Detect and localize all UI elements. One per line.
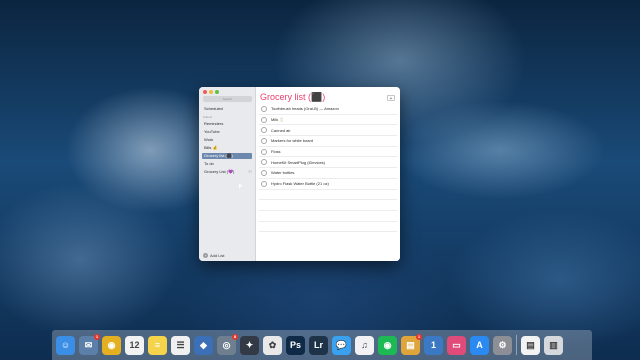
final-cut-icon[interactable]: ✦	[240, 335, 259, 355]
reminders-window: Search Scheduled iCloud Reminders YouTub…	[199, 87, 400, 261]
add-list-label: Add List	[210, 253, 225, 258]
list-title: Grocery list (⬛)	[260, 92, 326, 102]
chrome-icon[interactable]: ◉	[102, 335, 121, 355]
empty-row[interactable]	[259, 190, 397, 201]
notification-badge: 1	[416, 333, 422, 340]
empty-row[interactable]	[259, 211, 397, 222]
reminder-item[interactable]: Canned air	[259, 125, 397, 137]
dock: ☺ ✉ 1 ◉ 12 ≡ ☰ ◆ ◎ 8 ✦ ✿ Ps Lr 💬 ♫ ◉ ▤ 1 1 ▭ A ⚙ ▤ ▥	[52, 330, 592, 360]
itunes-icon[interactable]: ♫	[355, 335, 374, 355]
search-placeholder: Search	[222, 97, 233, 101]
reminder-item[interactable]: Toothbrush heads (Oral-B) — Amazon	[259, 104, 397, 115]
reminder-item[interactable]: HomeKit SmartPlug (iDevices)	[259, 157, 397, 169]
sidebar-item-reminders[interactable]: Reminders	[202, 121, 252, 127]
notes-icon[interactable]: ≡	[148, 335, 167, 355]
checkbox-circle-icon[interactable]	[261, 127, 267, 134]
checkbox-circle-icon[interactable]	[261, 105, 267, 112]
close-button[interactable]	[203, 90, 207, 94]
minimize-button[interactable]	[209, 90, 213, 94]
mouse-cursor-icon	[239, 184, 242, 189]
mail-icon[interactable]: ✉ 1	[79, 333, 100, 355]
reminder-item[interactable]: Hydro Flask Water Bottle (21 oz)	[259, 179, 397, 190]
spotify-icon[interactable]: ◉	[378, 335, 397, 355]
checkbox-circle-icon[interactable]	[261, 116, 267, 123]
sidebar-item-youtube[interactable]: YouTube	[202, 129, 252, 135]
reminder-item[interactable]: Water bottles	[259, 168, 397, 179]
documents-icon[interactable]: ▤	[521, 335, 540, 355]
plus-icon: +	[203, 253, 208, 258]
sidebar-item-grocery-list-purple[interactable]: Grocery List (💜)	[202, 169, 252, 175]
keynote-icon[interactable]: ▤ 1	[401, 333, 422, 355]
reminder-item[interactable]: Floss	[259, 147, 397, 158]
sidebar-item-scheduled[interactable]: Scheduled	[202, 106, 252, 112]
zoom-button[interactable]	[215, 90, 219, 94]
photos-icon[interactable]: ✿	[263, 335, 282, 355]
reminders-icon[interactable]: ☰	[171, 335, 190, 355]
reminder-list: Toothbrush heads (Oral-B) — Amazon Milk …	[259, 104, 397, 233]
finder-icon[interactable]: ☺	[56, 335, 75, 355]
window-controls	[203, 90, 219, 94]
checkbox-circle-icon[interactable]	[261, 148, 267, 155]
checkbox-circle-icon[interactable]	[261, 159, 267, 166]
photoshop-icon[interactable]: Ps	[286, 335, 305, 355]
tweetbot-icon[interactable]: ◆	[194, 335, 213, 355]
dock-separator	[516, 335, 517, 355]
empty-row[interactable]	[259, 200, 397, 211]
sidebar-item-to-do[interactable]: To do	[202, 161, 252, 167]
sidebar-item-work[interactable]: Work	[202, 137, 252, 143]
add-list-button[interactable]: + Add List	[203, 253, 224, 258]
add-reminder-button[interactable]: +	[387, 95, 395, 102]
empty-row[interactable]	[259, 222, 397, 233]
sidebar-item-grocery-list-black[interactable]: Grocery list (⬛)	[202, 153, 252, 159]
lightroom-icon[interactable]: Lr	[309, 335, 328, 355]
notification-badge: 8	[232, 333, 238, 340]
app-store-icon[interactable]: A	[470, 335, 489, 355]
checkbox-circle-icon[interactable]	[261, 137, 267, 144]
messages-icon[interactable]: 💬	[332, 335, 351, 355]
calendar-icon[interactable]: 12	[125, 335, 144, 355]
1password-icon[interactable]: 1	[424, 335, 443, 355]
sidebar-item-bills[interactable]: Bills 💰	[202, 145, 252, 151]
system-preferences-icon[interactable]: ⚙	[493, 335, 512, 355]
notification-badge: 1	[94, 333, 100, 340]
trash-icon[interactable]: ▥	[544, 335, 563, 355]
reminder-item[interactable]: Markers for white board	[259, 136, 397, 147]
shared-people-icon: ⚇	[248, 169, 252, 174]
checkbox-circle-icon[interactable]	[261, 169, 267, 176]
checkbox-circle-icon[interactable]	[261, 180, 267, 187]
sidebar-section-label: iCloud	[203, 115, 212, 119]
sidebar: Search Scheduled iCloud Reminders YouTub…	[199, 87, 256, 261]
screenshot-icon[interactable]: ◎ 8	[217, 333, 238, 355]
list-content: Grocery list (⬛) + Toothbrush heads (Ora…	[256, 87, 400, 261]
magnet-icon[interactable]: ▭	[447, 335, 466, 355]
search-input[interactable]: Search	[203, 96, 252, 102]
reminder-item[interactable]: Milk 🥛	[259, 115, 397, 126]
